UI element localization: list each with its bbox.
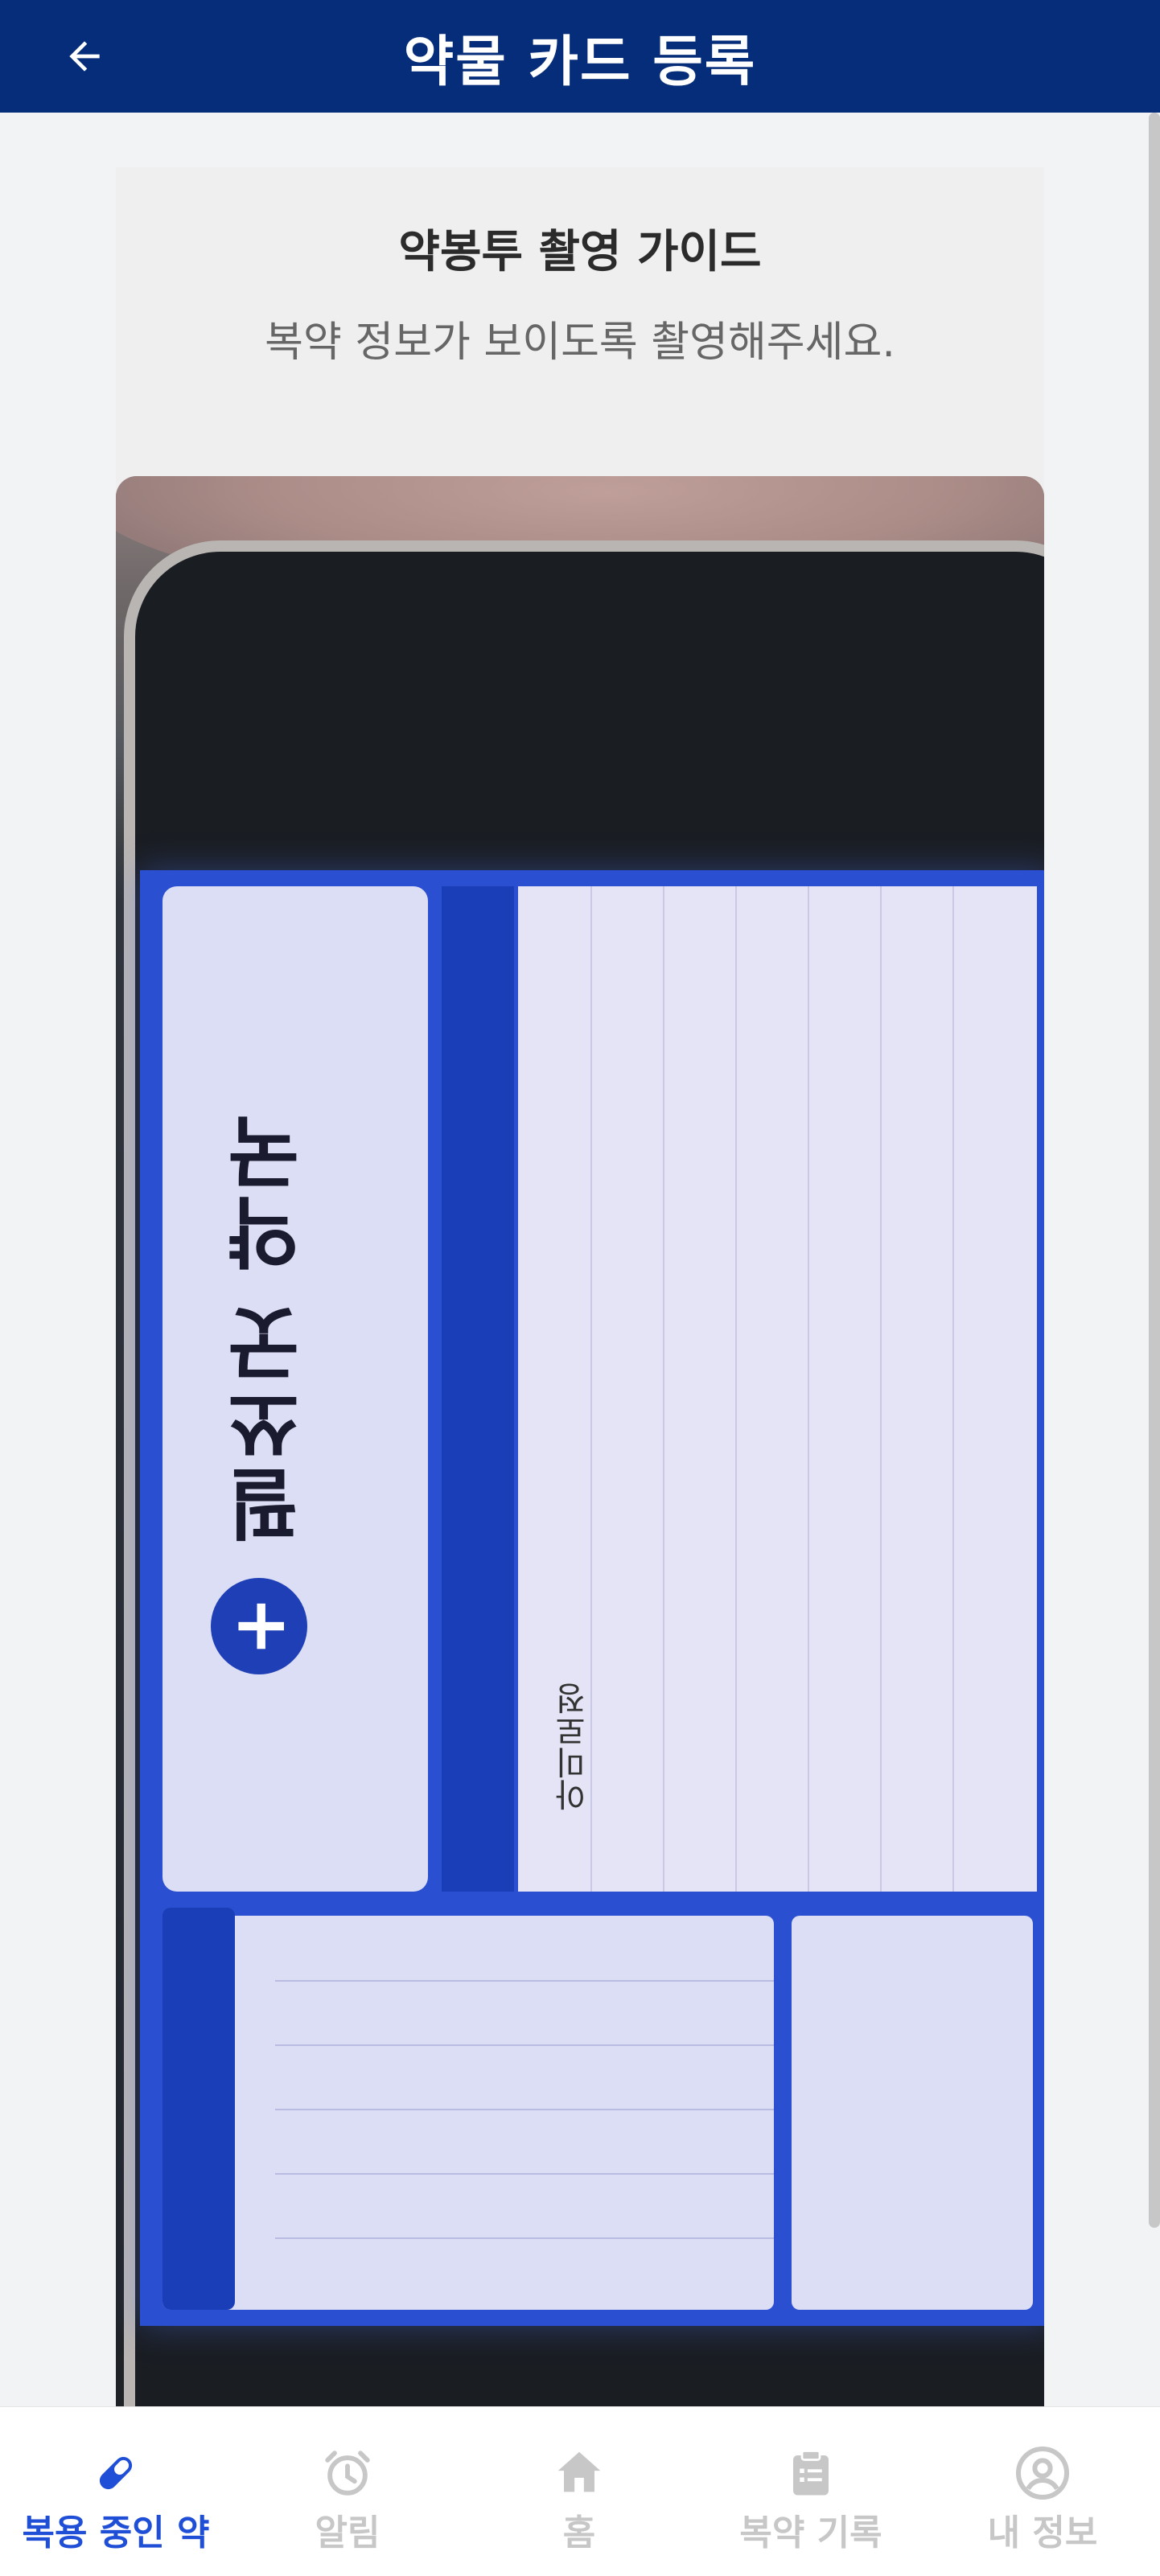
nav-label: 홈: [562, 2512, 596, 2553]
guide-title: 약봉투 촬영 가이드: [398, 226, 762, 278]
page-title: 약물 카드 등록: [403, 30, 757, 94]
pharmacy-header-block: 필쏘굿 약국: [162, 886, 428, 1892]
bottom-nav: 복용 중인 약 알림 홈 복약 기록 내 정보: [0, 2406, 1160, 2576]
nav-item-home[interactable]: 홈: [463, 2407, 695, 2576]
drug-name: 아미로정: [555, 1682, 592, 1811]
table-header-bar: [442, 886, 514, 1892]
clipboard-icon: [779, 2441, 843, 2505]
app-header: 약물 카드 등록: [0, 0, 1160, 113]
alarm-clock-icon: [315, 2441, 380, 2505]
nav-label: 내 정보: [987, 2512, 1098, 2553]
nav-item-my-info[interactable]: 내 정보: [927, 2407, 1158, 2576]
pill-icon: [84, 2441, 148, 2505]
nav-item-med-record[interactable]: 복약 기록: [695, 2407, 927, 2576]
user-circle-icon: [1010, 2441, 1075, 2505]
scrollbar[interactable]: [1149, 113, 1160, 2228]
phone-screen: 필쏘굿 약국 아미로정: [140, 870, 1044, 2326]
nav-label: 복약 기록: [739, 2512, 882, 2553]
nav-label: 알림: [315, 2512, 380, 2553]
guide-subtitle: 복약 정보가 보이도록 촬영해주세요.: [265, 318, 895, 367]
receipt-block: [162, 1916, 774, 2310]
pharmacy-name: 필쏘굿 약국: [225, 1111, 315, 1544]
home-icon: [547, 2441, 611, 2505]
receipt-title-bar: [162, 1908, 235, 2310]
pharmacy-logo-icon: [211, 1578, 307, 1674]
nav-item-alarm[interactable]: 알림: [232, 2407, 463, 2576]
nav-item-current-meds[interactable]: 복용 중인 약: [0, 2407, 232, 2576]
receipt-side-block: [792, 1916, 1033, 2310]
nav-label: 복용 중인 약: [22, 2512, 210, 2553]
captured-envelope-photo: 필쏘굿 약국 아미로정: [116, 476, 1044, 2406]
